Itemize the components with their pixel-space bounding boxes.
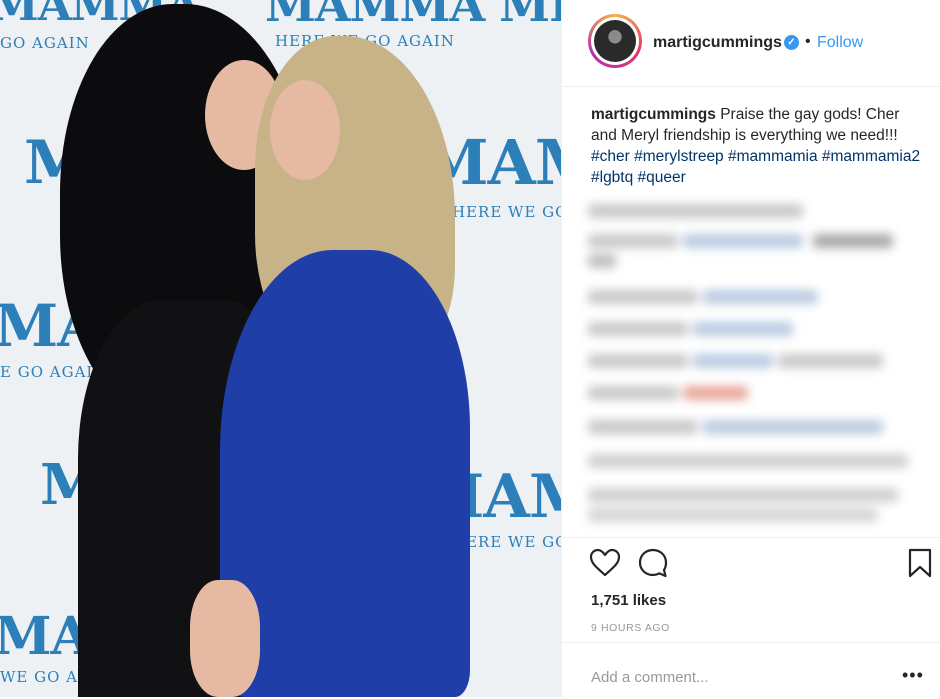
hashtag-link[interactable]: #mammamia — [728, 148, 818, 165]
blurred-comment-line — [778, 354, 883, 368]
more-options-icon[interactable]: ••• — [902, 665, 924, 686]
post-caption: martigcummings Praise the gay gods! Cher… — [591, 104, 926, 188]
header-separator: • — [805, 33, 811, 50]
blurred-comment-line — [588, 420, 698, 434]
add-comment-bar: Add a comment... ••• — [562, 642, 940, 699]
heart-icon[interactable] — [589, 548, 621, 578]
avatar[interactable] — [588, 14, 642, 68]
post-header: martigcummings ✓ • Follow — [562, 0, 940, 87]
avatar-image — [594, 20, 636, 62]
follow-button[interactable]: Follow — [817, 34, 863, 52]
blurred-comment-line — [813, 234, 893, 248]
post-sidebar: martigcummings ✓ • Follow martigcummings… — [561, 0, 940, 697]
blurred-comments — [588, 196, 908, 536]
post-photo[interactable]: MAMMA GO AGAIN MAMMA MIA! HERE WE GO AGA… — [0, 0, 561, 697]
like-count[interactable]: 1,751 likes — [591, 592, 666, 609]
verified-badge-icon: ✓ — [784, 35, 799, 50]
caption-username[interactable]: martigcummings — [591, 106, 716, 123]
blurred-comment-line — [588, 354, 688, 368]
blurred-comment-line — [588, 454, 908, 468]
header-username[interactable]: martigcummings — [653, 34, 782, 52]
blurred-comment-line — [588, 488, 898, 502]
blurred-comment-line — [588, 508, 878, 522]
blurred-comment-line — [703, 420, 883, 434]
blurred-comment-line — [693, 354, 773, 368]
blurred-comment-line — [703, 290, 818, 304]
backdrop-subtext-top: GO AGAIN — [0, 34, 90, 52]
face-right — [270, 80, 340, 180]
blurred-comment-line — [693, 322, 793, 336]
blurred-comment-line — [588, 254, 616, 268]
post-actions: 1,751 likes 9 HOURS AGO Add a comment...… — [562, 537, 940, 698]
bookmark-icon[interactable] — [907, 548, 933, 578]
blurred-comment-line — [683, 234, 803, 248]
blurred-comment-line — [588, 234, 678, 248]
blurred-comment-line — [588, 290, 698, 304]
hashtag-link[interactable]: #lgbtq — [591, 169, 633, 186]
backdrop-subtext-mid-right: HERE WE GO — [452, 203, 561, 221]
comment-bubble-icon[interactable] — [637, 547, 669, 579]
blurred-comment-line — [588, 386, 678, 400]
blurred-comment-line — [588, 322, 688, 336]
hashtag-link[interactable]: #cher — [591, 148, 630, 165]
arm-hand — [190, 580, 260, 697]
comment-input[interactable]: Add a comment... — [591, 669, 709, 686]
instagram-post-view: MAMMA GO AGAIN MAMMA MIA! HERE WE GO AGA… — [0, 0, 940, 697]
post-timestamp[interactable]: 9 HOURS AGO — [591, 622, 670, 634]
avatar-ring-inner — [591, 17, 639, 65]
blurred-comment-line — [588, 204, 803, 218]
hashtag-link[interactable]: #queer — [638, 169, 686, 186]
hashtag-link[interactable]: #merylstreep — [634, 148, 724, 165]
backdrop-logo-top-right: MAMMA MIA! — [265, 0, 561, 32]
hashtag-link[interactable]: #mammamia2 — [822, 148, 920, 165]
blurred-comment-line — [683, 386, 748, 400]
